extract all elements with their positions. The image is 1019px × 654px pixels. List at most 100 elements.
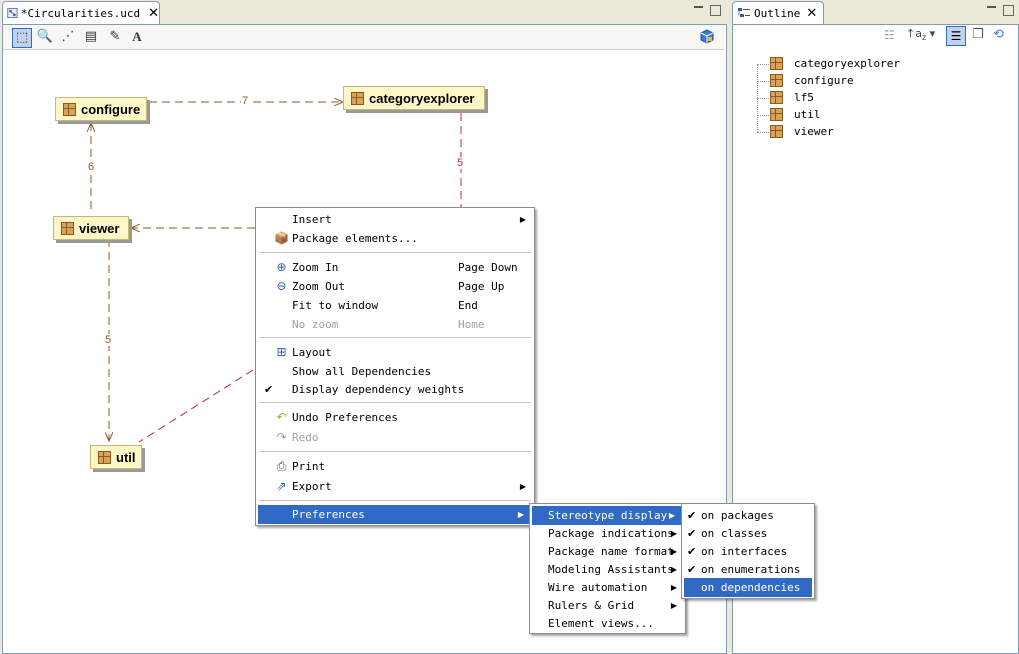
outline-item[interactable]: configure: [770, 72, 854, 89]
submenu-arrow-icon: ▶: [519, 482, 526, 491]
package-node-util[interactable]: util: [90, 445, 142, 469]
menu-item-zoom-in[interactable]: ⊕ Zoom In Page Down: [256, 258, 534, 277]
outline-item[interactable]: lf5: [770, 89, 814, 106]
context-menu: Insert ▶ 📦 Package elements... ⊕ Zoom In…: [255, 207, 535, 526]
menu-item-preferences[interactable]: Preferences ▶: [258, 505, 532, 524]
wire-cycle-util: [138, 369, 254, 443]
menu-item-export[interactable]: ⇗ Export ▶: [256, 477, 534, 496]
list-view-icon[interactable]: ☰: [946, 26, 966, 46]
menu-item-on-enumerations[interactable]: ✔ on enumerations: [682, 560, 814, 579]
outline-item-label: util: [794, 108, 821, 121]
editor-tab[interactable]: *Circularities.ucd ✕: [2, 1, 160, 24]
zoom-out-icon: ⊖: [276, 279, 287, 293]
submenu-arrow-icon: ▶: [517, 510, 524, 519]
preferences-submenu: Stereotype display ▶ Package indications…: [529, 503, 686, 634]
checkmark-icon: ✔: [687, 509, 697, 522]
submenu-arrow-icon: ▶: [668, 511, 675, 520]
zoom-in-icon: ⊕: [276, 260, 287, 274]
maximize-icon[interactable]: [1003, 5, 1014, 16]
close-icon[interactable]: ✕: [148, 7, 159, 20]
outline-item[interactable]: viewer: [770, 123, 834, 140]
weight-label: 5: [456, 157, 465, 169]
outline-item[interactable]: categoryexplorer: [770, 55, 900, 72]
weight-label: 6: [87, 161, 96, 173]
package-icon: [770, 125, 783, 138]
menu-item-no-zoom: No zoom Home: [292, 318, 485, 331]
menu-item-layout[interactable]: ⊞ Layout: [256, 343, 534, 362]
outline-item[interactable]: util: [770, 106, 821, 123]
package-icon: [61, 221, 74, 235]
tree-view-icon[interactable]: ☷: [884, 28, 895, 42]
menu-item-on-packages[interactable]: ✔ on packages: [682, 506, 814, 525]
menu-item-on-classes[interactable]: ✔ on classes: [682, 524, 814, 543]
menu-item-print[interactable]: ⎙ Print: [256, 457, 534, 476]
outline-item-label: viewer: [794, 125, 834, 138]
menu-item-zoom-out[interactable]: ⊖ Zoom Out Page Up: [256, 277, 534, 296]
maximize-icon[interactable]: [710, 5, 721, 16]
checkmark-icon: ✔: [687, 527, 697, 540]
outline-icon: [738, 8, 750, 17]
package-icon: [98, 450, 111, 464]
redo-icon: ↷: [276, 430, 287, 444]
package-elements-icon: 📦: [274, 231, 289, 245]
menu-item-insert[interactable]: Insert ▶: [256, 210, 534, 229]
checkmark-icon: ✔: [264, 383, 274, 396]
checkmark-icon: ✔: [687, 563, 697, 576]
outline-tab[interactable]: Outline ✕: [732, 1, 824, 24]
checkmark-icon: ✔: [687, 545, 697, 558]
diagram-toolbar: ⬚ 🔍 ⋰ ▤ ✎ A: [3, 25, 724, 50]
package-node-categoryexplorer[interactable]: categoryexplorer: [343, 86, 485, 110]
overview-icon[interactable]: ❐: [972, 27, 984, 42]
undo-icon: ↶: [276, 410, 287, 424]
package-node-label: categoryexplorer: [369, 90, 475, 106]
menu-item-package-name-format[interactable]: Package name format ▶: [530, 542, 685, 561]
minimize-icon[interactable]: [694, 5, 703, 14]
menu-item-on-dependencies[interactable]: on dependencies: [684, 578, 812, 597]
menu-item-stereotype-display[interactable]: Stereotype display ▶: [532, 506, 683, 525]
note-icon[interactable]: ▤: [82, 28, 100, 46]
menu-item-wire-automation[interactable]: Wire automation ▶: [530, 578, 685, 597]
submenu-arrow-icon: ▶: [670, 565, 677, 574]
submenu-arrow-icon: ▶: [670, 529, 677, 538]
editor-tab-title: *Circularities.ucd: [20, 6, 141, 20]
layout-icon: ⊞: [276, 345, 287, 359]
stereotype-submenu: ✔ on packages ✔ on classes ✔ on interfac…: [681, 503, 815, 599]
package-icon: [63, 102, 76, 116]
text-icon[interactable]: A: [128, 28, 146, 46]
menu-item-on-interfaces[interactable]: ✔ on interfaces: [682, 542, 814, 561]
zoom-icon[interactable]: 🔍: [36, 28, 54, 46]
menu-item-package-indications[interactable]: Package indications ▶: [530, 524, 685, 543]
package-icon: [351, 91, 364, 105]
package-icon: [770, 74, 783, 87]
menu-item-rulers-grid[interactable]: Rulers & Grid ▶: [530, 596, 685, 615]
menu-item-package-elements[interactable]: 📦 Package elements...: [256, 229, 534, 248]
submenu-arrow-icon: ▶: [670, 601, 677, 610]
outline-tab-title: Outline: [754, 6, 801, 20]
menu-item-display-dependency-weights[interactable]: ✔ Display dependency weights: [256, 380, 534, 399]
menu-item-show-all-dependencies[interactable]: Show all Dependencies: [256, 362, 534, 381]
package-node-configure[interactable]: configure: [55, 97, 147, 121]
palette-icon[interactable]: [698, 28, 716, 46]
package-node-label: configure: [81, 101, 141, 117]
dependency-icon[interactable]: ⋰: [59, 28, 77, 46]
menu-item-redo: ↷ Redo: [256, 428, 534, 447]
close-icon[interactable]: ✕: [806, 7, 817, 20]
package-node-label: util: [116, 449, 136, 465]
package-icon: [770, 108, 783, 121]
outline-item-label: categoryexplorer: [794, 57, 900, 70]
note-link-icon[interactable]: ✎: [106, 28, 124, 46]
sort-az-icon[interactable]: ↑az ▾: [906, 27, 935, 42]
sync-icon[interactable]: ⟲: [993, 27, 1004, 42]
package-icon: [770, 57, 783, 70]
menu-item-element-views[interactable]: Element views...: [530, 614, 685, 633]
outline-item-label: configure: [794, 74, 854, 87]
weight-label: 5: [104, 334, 113, 346]
outline-item-label: lf5: [794, 91, 814, 104]
minimize-icon[interactable]: [987, 5, 996, 14]
menu-item-modeling-assistants[interactable]: Modeling Assistants ▶: [530, 560, 685, 579]
package-node-viewer[interactable]: viewer: [53, 216, 129, 240]
menu-item-fit-to-window[interactable]: Fit to window End: [256, 296, 534, 315]
menu-item-undo[interactable]: ↶ Undo Preferences: [256, 408, 534, 427]
select-icon[interactable]: ⬚: [12, 28, 32, 48]
package-node-label: viewer: [79, 220, 120, 236]
